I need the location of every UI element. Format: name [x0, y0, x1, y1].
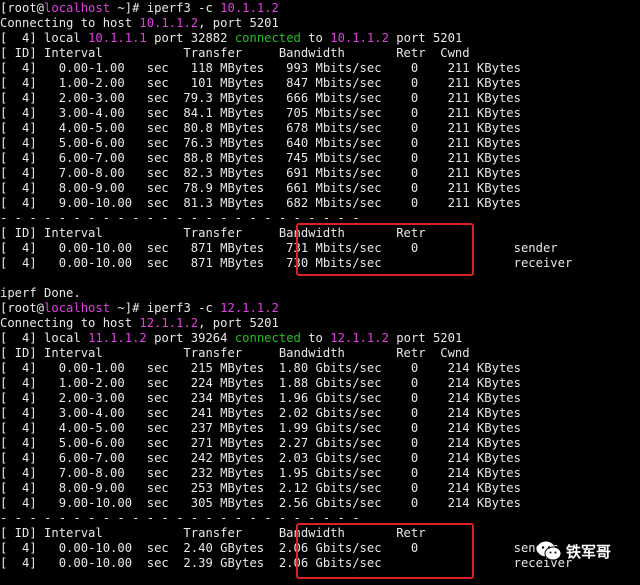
local-line: [ 4] local 10.1.1.1 port 32882 connected…	[0, 31, 640, 46]
prompt-open: [root@	[0, 1, 45, 15]
prompt-close: ~]#	[110, 1, 147, 15]
local-prefix: [ 4] local	[0, 31, 89, 45]
table-row: [ 4] 9.00-10.00 sec 305 MBytes 2.56 Gbit…	[0, 496, 521, 510]
table-row: [ 4] 6.00-7.00 sec 88.8 MBytes 745 Mbits…	[0, 151, 521, 165]
table-header: [ ID] Interval Transfer Bandwidth Retr C…	[0, 46, 470, 60]
table-row: [ 4] 0.00-1.00 sec 118 MBytes 993 Mbits/…	[0, 61, 521, 75]
connected-word: connected	[234, 331, 301, 345]
local-line: [ 4] local 11.1.1.2 port 39264 connected…	[0, 331, 640, 346]
table-row: [ 4] 9.00-10.00 sec 81.3 MBytes 682 Mbit…	[0, 196, 521, 210]
table-row: [ 4] 2.00-3.00 sec 79.3 MBytes 666 Mbits…	[0, 91, 521, 105]
remote-port: port 5201	[388, 331, 463, 345]
table-row: [ 4] 7.00-8.00 sec 232 MBytes 1.95 Gbits…	[0, 466, 521, 480]
connecting-line: Connecting to host 12.1.1.2, port 5201	[0, 316, 640, 331]
connecting-prefix: Connecting to host	[0, 16, 140, 30]
summary-header: [ ID] Interval Transfer Bandwidth Retr	[0, 226, 426, 240]
connecting-line: Connecting to host 10.1.1.2, port 5201	[0, 16, 640, 31]
table-row: [ 4] 3.00-4.00 sec 84.1 MBytes 705 Mbits…	[0, 106, 521, 120]
table-row: [ 4] 3.00-4.00 sec 241 MBytes 2.02 Gbits…	[0, 406, 521, 420]
connecting-ip: 12.1.1.2	[139, 316, 199, 330]
prompt-host: localhost	[44, 301, 111, 315]
command-text: iperf3 -c	[146, 1, 221, 15]
table-row: [ 4] 5.00-6.00 sec 271 MBytes 2.27 Gbits…	[0, 436, 521, 450]
remote-ip: 12.1.1.2	[330, 331, 389, 345]
separator-line: - - - - - - - - - - - - - - - - - - - - …	[0, 511, 360, 525]
watermark: 铁军哥	[536, 540, 611, 562]
connecting-suffix: , port 5201	[198, 16, 279, 30]
local-port: port 39264	[146, 331, 235, 345]
table-row: [ 4] 6.00-7.00 sec 242 MBytes 2.03 Gbits…	[0, 451, 521, 465]
summary-header: [ ID] Interval Transfer Bandwidth Retr	[0, 526, 426, 540]
command-ip: 10.1.1.2	[220, 1, 279, 15]
wechat-icon	[536, 540, 562, 562]
prompt-line: [root@localhost ~]# iperf3 -c 12.1.1.2	[0, 301, 640, 316]
command-ip: 12.1.1.2	[220, 301, 279, 315]
terminal-window[interactable]: [root@localhost ~]# iperf3 -c 10.1.1.2 C…	[0, 0, 640, 585]
watermark-text: 铁军哥	[566, 542, 612, 561]
local-ip: 10.1.1.1	[88, 31, 147, 45]
summary-row-receiver: [ 4] 0.00-10.00 sec 871 MBytes 730 Mbits…	[0, 256, 573, 270]
table-row: [ 4] 0.00-1.00 sec 215 MBytes 1.80 Gbits…	[0, 361, 521, 375]
prompt-close: ~]#	[110, 301, 147, 315]
separator-line: - - - - - - - - - - - - - - - - - - - - …	[0, 211, 360, 225]
connecting-suffix: , port 5201	[198, 316, 279, 330]
table-header: [ ID] Interval Transfer Bandwidth Retr C…	[0, 346, 470, 360]
table-row: [ 4] 7.00-8.00 sec 82.3 MBytes 691 Mbits…	[0, 166, 521, 180]
prompt-host: localhost	[44, 1, 111, 15]
connecting-ip: 10.1.1.2	[139, 16, 199, 30]
summary-row-sender: [ 4] 0.00-10.00 sec 871 MBytes 731 Mbits…	[0, 241, 558, 255]
local-ip: 11.1.1.2	[88, 331, 147, 345]
table-row: [ 4] 2.00-3.00 sec 234 MBytes 1.96 Gbits…	[0, 391, 521, 405]
local-port: port 32882	[146, 31, 235, 45]
table-row: [ 4] 1.00-2.00 sec 224 MBytes 1.88 Gbits…	[0, 376, 521, 390]
done-line: iperf Done.	[0, 286, 81, 300]
table-row: [ 4] 4.00-5.00 sec 80.8 MBytes 678 Mbits…	[0, 121, 521, 135]
local-prefix: [ 4] local	[0, 331, 89, 345]
remote-ip: 10.1.1.2	[330, 31, 389, 45]
prompt-line: [root@localhost ~]# iperf3 -c 10.1.1.2	[0, 1, 640, 16]
table-row: [ 4] 5.00-6.00 sec 76.3 MBytes 640 Mbits…	[0, 136, 521, 150]
table-row: [ 4] 8.00-9.00 sec 253 MBytes 2.12 Gbits…	[0, 481, 521, 495]
prompt-open: [root@	[0, 301, 45, 315]
remote-port: port 5201	[388, 31, 463, 45]
table-row: [ 4] 4.00-5.00 sec 237 MBytes 1.99 Gbits…	[0, 421, 521, 435]
table-row: [ 4] 1.00-2.00 sec 101 MBytes 847 Mbits/…	[0, 76, 521, 90]
connecting-prefix: Connecting to host	[0, 316, 140, 330]
table-row: [ 4] 8.00-9.00 sec 78.9 MBytes 661 Mbits…	[0, 181, 521, 195]
to-word: to	[300, 331, 331, 345]
command-text: iperf3 -c	[146, 301, 221, 315]
to-word: to	[300, 31, 331, 45]
connected-word: connected	[234, 31, 301, 45]
